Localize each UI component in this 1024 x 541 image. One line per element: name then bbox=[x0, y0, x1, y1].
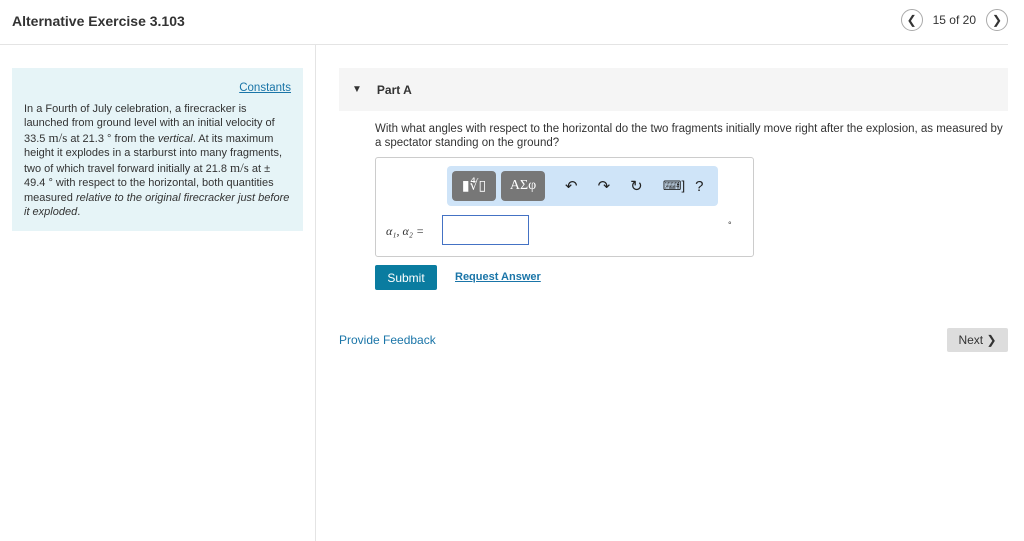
undo-icon[interactable]: ↶ bbox=[565, 177, 578, 195]
divider bbox=[0, 44, 1008, 45]
position-indicator: 15 of 20 bbox=[932, 13, 976, 27]
reset-icon[interactable]: ↻ bbox=[630, 177, 643, 195]
answer-box: ▮∜▯ ΑΣφ ↶ ↷ ↻ ⌨] ? α₁, α₂ = ° bbox=[375, 157, 754, 257]
part-a-header[interactable]: ▼ Part A bbox=[339, 68, 1008, 111]
page-title: Alternative Exercise 3.103 bbox=[12, 13, 185, 29]
help-icon[interactable]: ? bbox=[695, 178, 703, 195]
provide-feedback-link[interactable]: Provide Feedback bbox=[339, 333, 436, 347]
constants-link[interactable]: Constants bbox=[24, 81, 291, 96]
next-icon[interactable]: ❯ bbox=[986, 9, 1008, 31]
redo-icon[interactable]: ↷ bbox=[598, 177, 611, 195]
next-button[interactable]: Next ❯ bbox=[947, 328, 1008, 352]
part-label: Part A bbox=[376, 82, 412, 97]
problem-text: In a Fourth of July celebration, a firec… bbox=[24, 102, 290, 219]
problem-statement: Constants In a Fourth of July celebratio… bbox=[12, 68, 303, 231]
divider-vertical bbox=[315, 44, 316, 541]
answer-input[interactable] bbox=[442, 215, 529, 245]
symbols-button[interactable]: ΑΣφ bbox=[501, 171, 545, 201]
pagination: ❮ 15 of 20 ❯ bbox=[900, 9, 1008, 31]
templates-button[interactable]: ▮∜▯ bbox=[452, 171, 496, 201]
submit-button[interactable]: Submit bbox=[375, 265, 437, 290]
question-text: With what angles with respect to the hor… bbox=[375, 123, 1003, 149]
answer-label: α₁, α₂ = bbox=[386, 224, 425, 238]
collapse-triangle-icon[interactable]: ▼ bbox=[352, 84, 362, 95]
unit-label: ° bbox=[728, 220, 732, 230]
request-answer-link[interactable]: Request Answer bbox=[455, 271, 541, 283]
keyboard-icon[interactable]: ⌨] bbox=[663, 178, 685, 194]
math-toolbar: ▮∜▯ ΑΣφ ↶ ↷ ↻ ⌨] ? bbox=[447, 166, 718, 206]
previous-icon[interactable]: ❮ bbox=[900, 9, 923, 31]
